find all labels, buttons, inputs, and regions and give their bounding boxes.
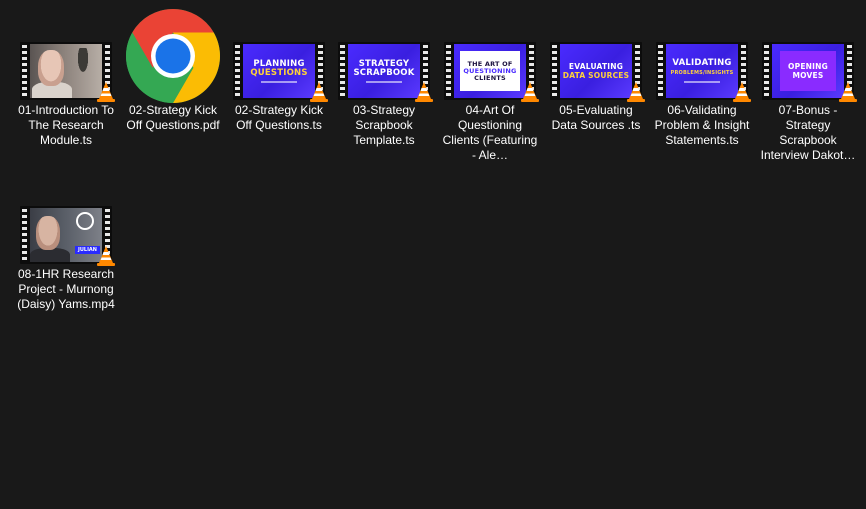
- file-name: 03-Strategy Scrapbook Template.ts: [352, 103, 416, 147]
- file-name: 08-1HR Research Project - Murnong (Daisy…: [17, 267, 115, 311]
- file-name: 01-Introduction To The Research Module.t…: [18, 103, 114, 147]
- file-item[interactable]: 02-Strategy Kick Off Questions.pdf: [120, 0, 226, 133]
- video-thumbnail: [20, 42, 115, 102]
- video-thumbnail: THE ART OF QUESTIONING CLIENTS: [444, 42, 539, 102]
- vlc-cone-icon: [839, 82, 857, 102]
- file-name: 07-Bonus - Strategy Scrapbook Interview …: [760, 103, 856, 162]
- thumbnail-image: VALIDATING PROBLEMS/INSIGHTS: [666, 44, 738, 98]
- file-name: 04-Art Of Questioning Clients (Featuring…: [442, 103, 538, 162]
- file-name: 02-Strategy Kick Off Questions.ts: [234, 103, 324, 132]
- stopwatch-icon: [76, 212, 94, 230]
- video-thumbnail: VALIDATING PROBLEMS/INSIGHTS: [656, 42, 751, 102]
- file-item[interactable]: PLANNING QUESTIONS 02-Strategy Kick Off …: [226, 0, 332, 133]
- file-item[interactable]: EVALUATING DATA SOURCES 05-Evaluating Da…: [543, 0, 649, 133]
- thumbnail-image: STRATEGY SCRAPBOOK: [348, 44, 420, 98]
- vlc-cone-icon: [733, 82, 751, 102]
- vlc-cone-icon: [627, 82, 645, 102]
- file-item[interactable]: THE ART OF QUESTIONING CLIENTS 04-Art Of…: [437, 0, 543, 163]
- thumbnail-image: EVALUATING DATA SOURCES: [560, 44, 632, 98]
- thumbnail-image: JULIAN: [30, 208, 102, 262]
- thumbnail-image: THE ART OF QUESTIONING CLIENTS: [454, 44, 526, 98]
- file-name: 05-Evaluating Data Sources .ts: [551, 103, 641, 132]
- video-thumbnail: STRATEGY SCRAPBOOK: [338, 42, 433, 102]
- file-explorer-view: 01-Introduction To The Research Module.t…: [0, 0, 866, 509]
- video-thumbnail: PLANNING QUESTIONS: [233, 42, 328, 102]
- video-thumbnail: EVALUATING DATA SOURCES: [550, 42, 645, 102]
- vlc-cone-icon: [310, 82, 328, 102]
- chrome-icon: [125, 8, 221, 104]
- file-item[interactable]: 01-Introduction To The Research Module.t…: [13, 0, 119, 148]
- file-name: 06-Validating Problem & Insight Statemen…: [654, 103, 750, 147]
- vlc-cone-icon: [97, 246, 115, 266]
- file-item[interactable]: OPENING MOVES 07-Bonus - Strategy Scrapb…: [755, 0, 861, 163]
- file-item[interactable]: VALIDATING PROBLEMS/INSIGHTS 06-Validati…: [649, 0, 755, 148]
- video-thumbnail: OPENING MOVES: [762, 42, 857, 102]
- vlc-cone-icon: [97, 82, 115, 102]
- vlc-cone-icon: [415, 82, 433, 102]
- file-name: 02-Strategy Kick Off Questions.pdf: [126, 103, 220, 132]
- file-item[interactable]: JULIAN 08-1HR Research Project - Murnong…: [13, 164, 119, 312]
- thumbnail-image: PLANNING QUESTIONS: [243, 44, 315, 98]
- thumbnail-image: OPENING MOVES: [772, 44, 844, 98]
- file-item[interactable]: STRATEGY SCRAPBOOK 03-Strategy Scrapbook…: [331, 0, 437, 148]
- thumbnail-image: [30, 44, 102, 98]
- vlc-cone-icon: [521, 82, 539, 102]
- video-thumbnail: JULIAN: [20, 206, 115, 266]
